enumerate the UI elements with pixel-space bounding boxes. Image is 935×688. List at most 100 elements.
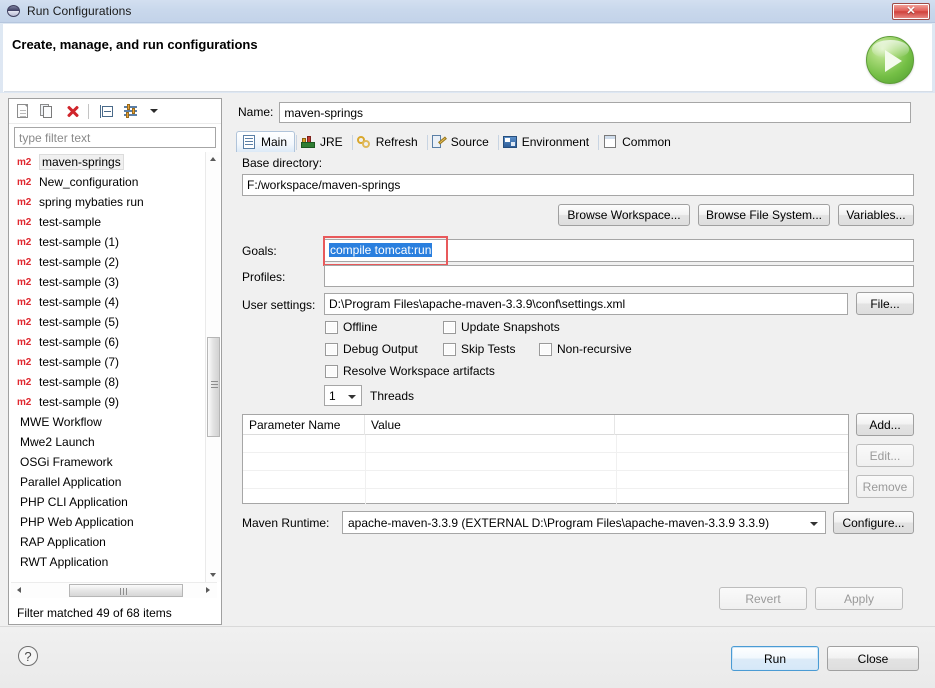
configure-button[interactable]: Configure...	[833, 511, 914, 534]
checkbox-box-icon	[443, 320, 456, 334]
chevron-down-icon[interactable]	[145, 101, 161, 121]
tree-item-test-sample-2[interactable]: m2 test-sample (2)	[11, 252, 205, 272]
checkbox-skip-tests[interactable]: Skip Tests	[443, 342, 515, 356]
vertical-scroll-thumb[interactable]	[207, 337, 220, 437]
source-icon	[431, 135, 447, 149]
help-icon[interactable]: ?	[18, 646, 38, 666]
window-close-button[interactable]: ✕	[892, 3, 930, 20]
dialog-header: Create, manage, and run configurations	[3, 24, 933, 92]
horizontal-scroll-thumb[interactable]	[69, 584, 183, 597]
variables-button[interactable]: Variables...	[838, 204, 914, 226]
tree-item-osgi-framework[interactable]: OSGi Framework	[11, 452, 205, 472]
tree-item-test-sample-6[interactable]: m2 test-sample (6)	[11, 332, 205, 352]
column-header-extra	[615, 415, 848, 435]
goals-input[interactable]: compile tomcat:run	[324, 239, 914, 262]
tree-horizontal-scrollbar[interactable]	[11, 582, 217, 598]
tree-item-label: RWT Application	[20, 555, 109, 569]
tree-item-test-sample-8[interactable]: m2 test-sample (8)	[11, 372, 205, 392]
launch-configuration-tree[interactable]: m2 maven-springs m2 New_configuration m2 spri…	[11, 152, 219, 582]
threads-dropdown[interactable]: 1	[324, 385, 362, 406]
maven-runtime-dropdown[interactable]: apache-maven-3.3.9 (EXTERNAL D:\Program …	[342, 511, 826, 534]
table-body	[243, 435, 848, 507]
close-icon: ✕	[906, 5, 916, 17]
maven-m2-icon: m2	[17, 216, 32, 228]
edit-parameter-button[interactable]: Edit...	[856, 444, 914, 467]
column-header-value: Value	[365, 415, 615, 435]
tree-item-test-sample-3[interactable]: m2 test-sample (3)	[11, 272, 205, 292]
eclipse-disc-icon	[6, 3, 22, 19]
profiles-input[interactable]	[324, 265, 914, 287]
user-settings-input[interactable]: D:\Program Files\apache-maven-3.3.9\conf…	[324, 293, 848, 315]
tree-item-maven-springs[interactable]: m2 maven-springs	[11, 152, 205, 172]
tree-item-label: PHP CLI Application	[20, 495, 128, 509]
tree-item-test-sample-5[interactable]: m2 test-sample (5)	[11, 312, 205, 332]
tree-item-new-configuration[interactable]: m2 New_configuration	[11, 172, 205, 192]
delete-icon[interactable]	[62, 101, 83, 121]
filter-icon[interactable]	[121, 101, 142, 121]
close-button[interactable]: Close	[827, 646, 919, 671]
table-header-row: Parameter Name Value	[243, 415, 848, 435]
tree-item-rwt-application[interactable]: RWT Application	[11, 552, 205, 572]
revert-button[interactable]: Revert	[719, 587, 807, 610]
window-titlebar: Run Configurations ✕	[0, 0, 935, 23]
checkbox-non-recursive[interactable]: Non-recursive	[539, 342, 632, 356]
checkbox-update-snapshots[interactable]: Update Snapshots	[443, 320, 560, 334]
browse-workspace-button[interactable]: Browse Workspace...	[558, 204, 690, 226]
add-parameter-button[interactable]: Add...	[856, 413, 914, 436]
tree-item-label: PHP Web Application	[20, 515, 134, 529]
tree-vertical-scrollbar[interactable]	[205, 152, 221, 582]
chevron-down-icon	[348, 395, 356, 399]
name-input[interactable]: maven-springs	[279, 101, 912, 123]
scroll-right-icon[interactable]	[201, 583, 217, 598]
base-directory-input[interactable]: F:/workspace/maven-springs	[242, 174, 914, 196]
tree-item-label: test-sample (6)	[39, 335, 120, 349]
scroll-left-icon[interactable]	[11, 583, 27, 598]
run-play-icon	[866, 36, 914, 84]
tree-item-spring-mybaties-run[interactable]: m2 spring mybaties run	[11, 192, 205, 212]
new-launch-configuration-icon[interactable]	[14, 101, 35, 121]
profiles-label: Profiles:	[242, 270, 286, 284]
remove-parameter-button[interactable]: Remove	[856, 475, 914, 498]
threads-row: 1 Threads	[324, 385, 414, 406]
tree-item-parallel-application[interactable]: Parallel Application	[11, 472, 205, 492]
parameter-table[interactable]: Parameter Name Value	[242, 414, 849, 507]
tab-label: Source	[450, 135, 489, 149]
tab-jre[interactable]: JRE	[295, 131, 351, 152]
tree-item-test-sample-7[interactable]: m2 test-sample (7)	[11, 352, 205, 372]
tree-item-test-sample[interactable]: m2 test-sample	[11, 212, 205, 232]
tab-source[interactable]: Source	[426, 131, 497, 152]
scroll-up-icon[interactable]	[206, 152, 221, 167]
tree-item-test-sample-4[interactable]: m2 test-sample (4)	[11, 292, 205, 312]
maven-m2-icon: m2	[17, 396, 32, 408]
apply-button[interactable]: Apply	[815, 587, 903, 610]
tab-environment[interactable]: Environment	[497, 131, 597, 152]
tree-item-php-web-application[interactable]: PHP Web Application	[11, 512, 205, 532]
file-button[interactable]: File...	[856, 292, 914, 315]
goals-label: Goals:	[242, 244, 277, 258]
tab-main[interactable]: Main	[236, 131, 296, 153]
maven-m2-icon: m2	[17, 376, 32, 388]
run-button[interactable]: Run	[731, 646, 819, 671]
tree-item-rap-application[interactable]: RAP Application	[11, 532, 205, 552]
window-title: Run Configurations	[27, 4, 132, 18]
browse-file-system-button[interactable]: Browse File System...	[698, 204, 830, 226]
checkbox-resolve-workspace-artifacts[interactable]: Resolve Workspace artifacts	[325, 364, 495, 378]
tree-item-label: test-sample (1)	[39, 235, 120, 249]
tree-item-mwe2-launch[interactable]: Mwe2 Launch	[11, 432, 205, 452]
tree-item-label: test-sample (8)	[39, 375, 120, 389]
maven-m2-icon: m2	[17, 356, 32, 368]
tree-item-test-sample-9[interactable]: m2 test-sample (9)	[11, 392, 205, 412]
checkbox-offline[interactable]: Offline	[325, 320, 377, 334]
tree-item-php-cli-application[interactable]: PHP CLI Application	[11, 492, 205, 512]
tree-item-mwe-workflow[interactable]: MWE Workflow	[11, 412, 205, 432]
duplicate-icon[interactable]	[38, 101, 59, 121]
tab-common[interactable]: Common	[597, 131, 679, 152]
tab-refresh[interactable]: Refresh	[351, 131, 426, 152]
checkbox-debug-output[interactable]: Debug Output	[325, 342, 418, 356]
scroll-down-icon[interactable]	[206, 567, 221, 582]
tree-item-test-sample-1[interactable]: m2 test-sample (1)	[11, 232, 205, 252]
checkbox-box-icon	[443, 342, 456, 356]
tree-filter-input[interactable]: type filter text	[14, 127, 216, 148]
tree-item-label: maven-springs	[39, 154, 124, 170]
collapse-all-icon[interactable]	[97, 101, 118, 121]
